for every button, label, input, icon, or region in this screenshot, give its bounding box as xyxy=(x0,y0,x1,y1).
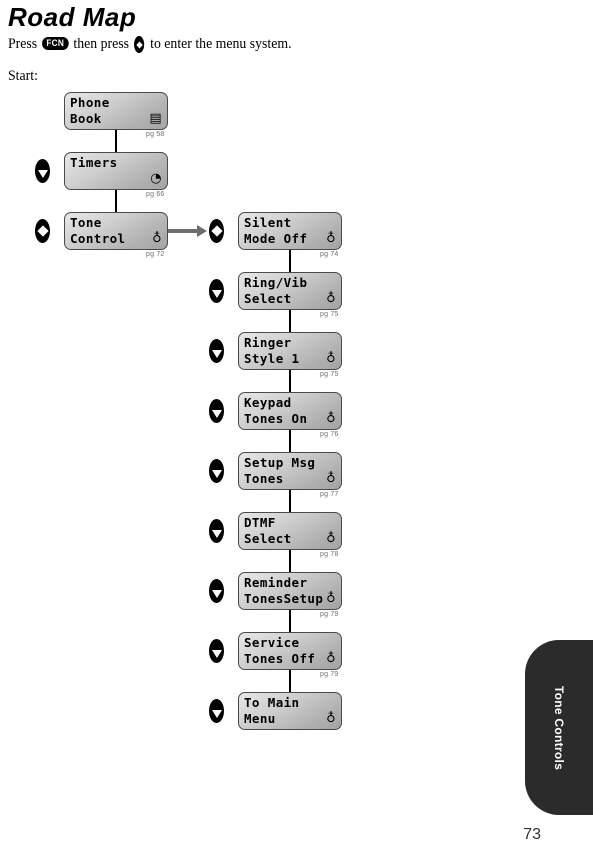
page-number: 73 xyxy=(523,826,541,843)
page-reference-tone-6: pg 79 xyxy=(320,611,339,618)
down-arrow-icon xyxy=(211,290,222,298)
menu-node-line1: Ringer xyxy=(244,335,292,350)
nav-key-down-main-1[interactable] xyxy=(35,159,50,183)
page-reference-tone-0: pg 74 xyxy=(320,251,339,258)
diamond-icon xyxy=(36,225,49,237)
bell-icon: ♁ xyxy=(326,651,336,666)
down-arrow-icon xyxy=(211,530,222,538)
menu-node-line1: Timers xyxy=(70,155,118,170)
menu-node-line1: Service xyxy=(244,635,300,650)
menu-node-line2: Tones Off ♁ xyxy=(244,651,336,666)
menu-node-tone-5[interactable]: DTMF Select ♁ xyxy=(238,512,342,550)
menu-node-tone-3[interactable]: Keypad Tones On ♁ xyxy=(238,392,342,430)
menu-node-tone-1[interactable]: Ring/Vib Select ♁ xyxy=(238,272,342,310)
menu-node-tone-2[interactable]: Ringer Style 1 ♁ xyxy=(238,332,342,370)
menu-node-tone-6[interactable]: Reminder TonesSetup ♁ xyxy=(238,572,342,610)
menu-node-line2: Book ▤ xyxy=(70,111,162,126)
page-reference-tone-3: pg 76 xyxy=(320,431,339,438)
bell-icon: ♁ xyxy=(326,291,336,306)
menu-node-tone-0[interactable]: Silent Mode Off ♁ xyxy=(238,212,342,250)
page-reference-tone-5: pg 78 xyxy=(320,551,339,558)
nav-key-diamond-main-2[interactable] xyxy=(35,219,50,243)
clock-icon: ◔ xyxy=(150,171,162,186)
menu-node-tone-4[interactable]: Setup Msg Tones ♁ xyxy=(238,452,342,490)
menu-node-line1: Silent xyxy=(244,215,292,230)
menu-node-main-1[interactable]: Timers ◔ xyxy=(64,152,168,190)
connector-line-tone-4 xyxy=(289,490,291,512)
connector-line-tone-5 xyxy=(289,550,291,572)
connector-line-tone-2 xyxy=(289,370,291,392)
down-arrow-icon xyxy=(37,170,48,178)
bell-icon: ♁ xyxy=(326,351,336,366)
menu-node-tone-8[interactable]: To Main Menu ♁ xyxy=(238,692,342,730)
road-map-diagram: Phone Book ▤ pg 58 Timers ◔ pg 66 Tone Control ♁ p… xyxy=(0,0,593,850)
bell-icon: ♁ xyxy=(326,591,336,606)
down-arrow-icon xyxy=(211,350,222,358)
bell-icon: ♁ xyxy=(326,711,336,726)
page-reference-tone-7: pg 79 xyxy=(320,671,339,678)
bell-icon: ♁ xyxy=(326,411,336,426)
page-reference-main-2: pg 72 xyxy=(146,251,165,258)
flow-arrow-to-tone-controls xyxy=(168,225,207,237)
bell-icon: ♁ xyxy=(326,531,336,546)
menu-node-line2: Mode Off ♁ xyxy=(244,231,336,246)
menu-node-main-2[interactable]: Tone Control ♁ xyxy=(64,212,168,250)
menu-node-line1: DTMF xyxy=(244,515,276,530)
side-tab-label: Tone Controls xyxy=(552,685,566,770)
menu-node-line2: Menu ♁ xyxy=(244,711,336,726)
page-reference-main-1: pg 66 xyxy=(146,191,165,198)
menu-node-line1: To Main xyxy=(244,695,300,710)
menu-node-line2: TonesSetup ♁ xyxy=(244,591,336,606)
menu-node-line2: Select ♁ xyxy=(244,531,336,546)
book-icon: ▤ xyxy=(149,111,162,126)
menu-node-line2: Control ♁ xyxy=(70,231,162,246)
connector-line-tone-0 xyxy=(289,250,291,272)
page-reference-tone-1: pg 75 xyxy=(320,311,339,318)
page-reference-tone-4: pg 77 xyxy=(320,491,339,498)
page-reference-tone-2: pg 75 xyxy=(320,371,339,378)
connector-line-tone-3 xyxy=(289,430,291,452)
menu-node-line2: Style 1 ♁ xyxy=(244,351,336,366)
bell-icon: ♁ xyxy=(152,231,162,246)
down-arrow-icon xyxy=(211,650,222,658)
nav-key-down-tone-2[interactable] xyxy=(209,339,224,363)
menu-node-line1: Tone xyxy=(70,215,102,230)
nav-key-down-tone-5[interactable] xyxy=(209,519,224,543)
down-arrow-icon xyxy=(211,470,222,478)
side-thumb-tab: Tone Controls xyxy=(525,640,593,815)
down-arrow-icon xyxy=(211,410,222,418)
menu-node-line2: Tones On ♁ xyxy=(244,411,336,426)
down-arrow-icon xyxy=(211,590,222,598)
connector-line-tone-7 xyxy=(289,670,291,692)
connector-line-main-0 xyxy=(115,130,117,152)
down-arrow-icon xyxy=(211,710,222,718)
menu-node-line1: Phone xyxy=(70,95,110,110)
nav-key-down-tone-8[interactable] xyxy=(209,699,224,723)
nav-key-down-tone-7[interactable] xyxy=(209,639,224,663)
menu-node-line2: ◔ xyxy=(70,171,163,187)
nav-key-down-tone-1[interactable] xyxy=(209,279,224,303)
bell-icon: ♁ xyxy=(326,471,336,486)
diamond-icon xyxy=(210,225,223,237)
nav-key-diamond-tone-0[interactable] xyxy=(209,219,224,243)
connector-line-tone-6 xyxy=(289,610,291,632)
nav-key-down-tone-4[interactable] xyxy=(209,459,224,483)
page-reference-main-0: pg 58 xyxy=(146,131,165,138)
menu-node-line2: Tones ♁ xyxy=(244,471,336,486)
nav-key-down-tone-6[interactable] xyxy=(209,579,224,603)
menu-node-line1: Keypad xyxy=(244,395,292,410)
menu-node-line2: Select ♁ xyxy=(244,291,336,306)
bell-icon: ♁ xyxy=(326,231,336,246)
connector-line-tone-1 xyxy=(289,310,291,332)
menu-node-tone-7[interactable]: Service Tones Off ♁ xyxy=(238,632,342,670)
menu-node-line1: Ring/Vib xyxy=(244,275,308,290)
connector-line-main-1 xyxy=(115,190,117,212)
menu-node-main-0[interactable]: Phone Book ▤ xyxy=(64,92,168,130)
menu-node-line1: Reminder xyxy=(244,575,308,590)
nav-key-down-tone-3[interactable] xyxy=(209,399,224,423)
menu-node-line1: Setup Msg xyxy=(244,455,316,470)
